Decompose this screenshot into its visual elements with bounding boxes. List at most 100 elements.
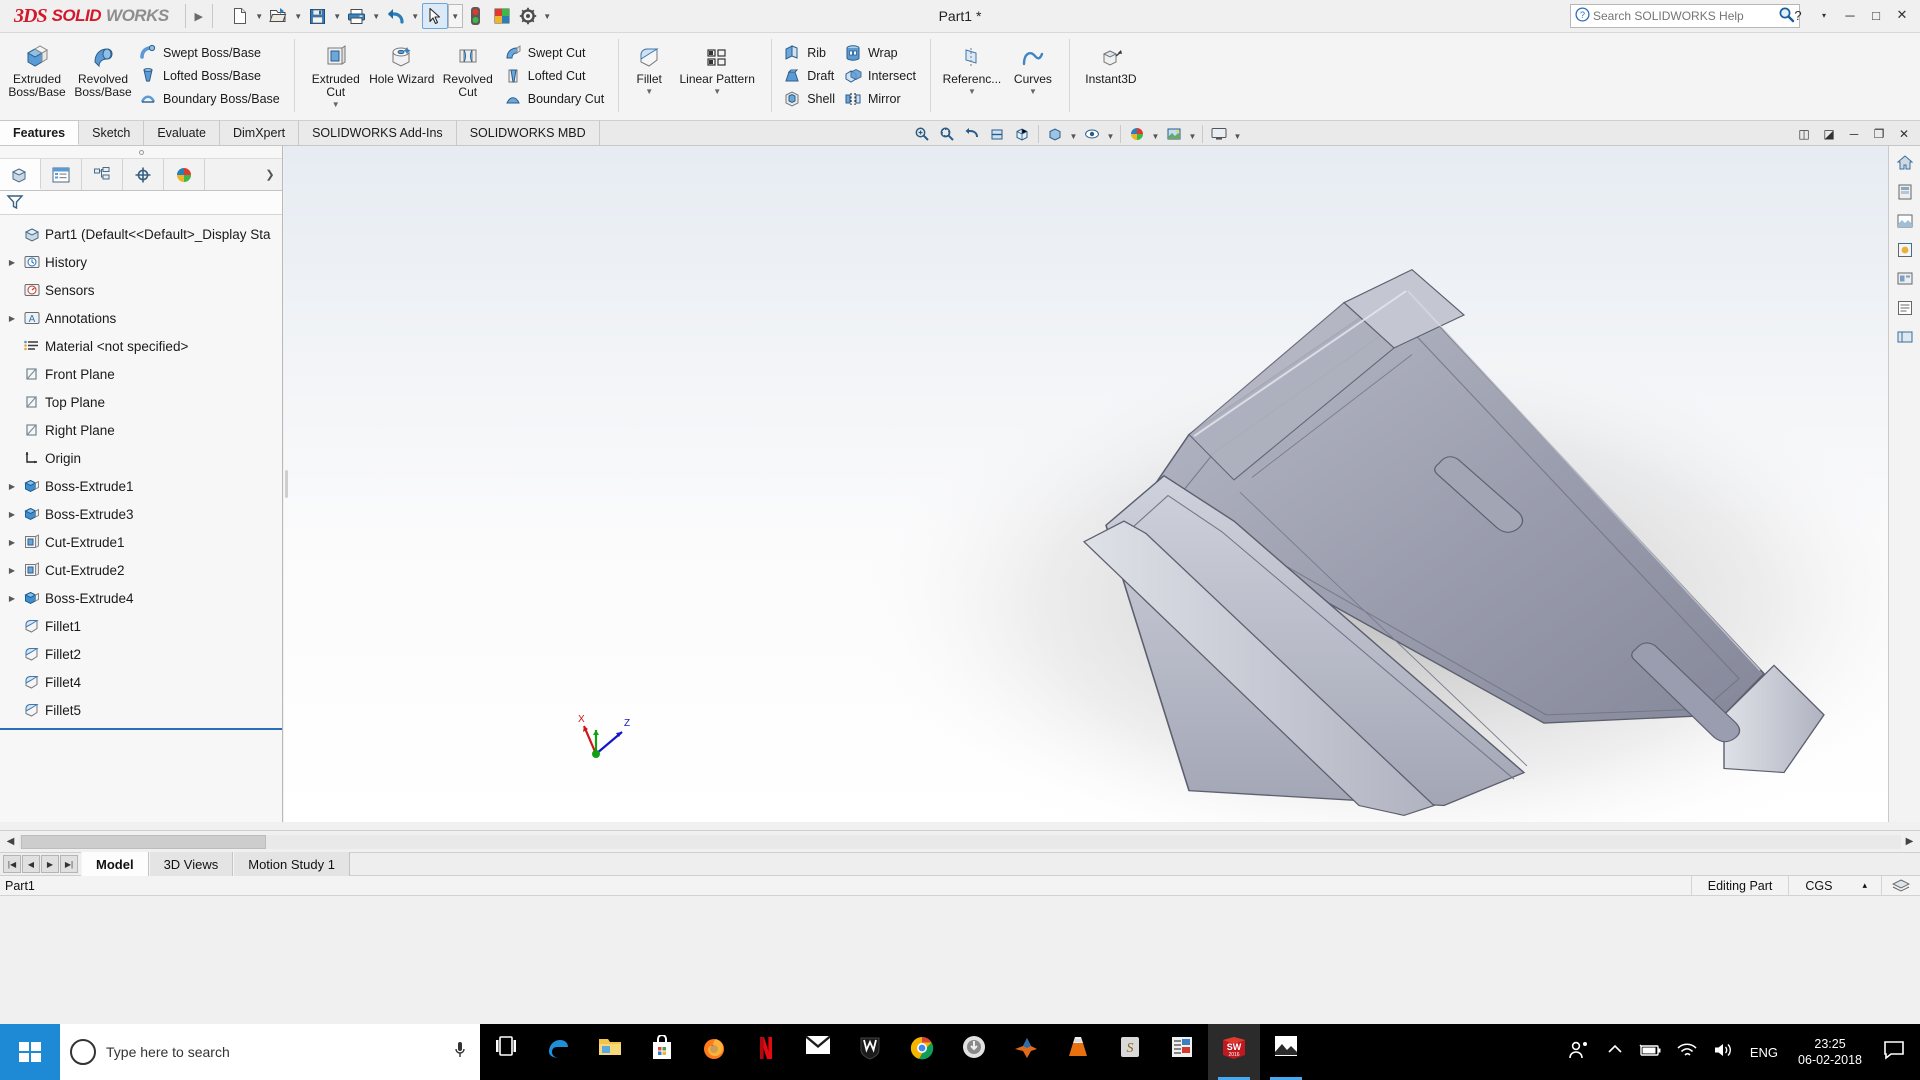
show-hidden-icons-icon[interactable] — [1598, 1043, 1632, 1061]
boundary-boss-base-button[interactable]: Boundary Boss/Base — [136, 88, 286, 110]
chrome-icon[interactable] — [896, 1024, 948, 1080]
tree-item-history[interactable]: ▶ History — [0, 248, 282, 276]
extruded-cut-caret-icon[interactable]: ▼ — [332, 100, 340, 109]
dimxpert-manager-tab[interactable] — [123, 159, 164, 190]
feature-tree-tab[interactable] — [0, 159, 41, 190]
view-orientation-icon[interactable] — [1010, 123, 1034, 145]
microsoft-store-icon[interactable] — [636, 1024, 688, 1080]
netflix-icon[interactable] — [740, 1024, 792, 1080]
edit-appearance-caret-icon[interactable]: ▼ — [1150, 123, 1161, 145]
restore-pane-icon[interactable]: ◫ — [1794, 127, 1814, 141]
zoom-to-fit-icon[interactable] — [910, 123, 934, 145]
options-gear-button[interactable] — [515, 3, 541, 29]
curves-button[interactable]: Curves ▼ — [1005, 36, 1061, 96]
firefox-icon[interactable] — [688, 1024, 740, 1080]
hole-wizard-button[interactable]: Hole Wizard — [369, 36, 435, 86]
proteus-icon[interactable] — [1156, 1024, 1208, 1080]
3d-model[interactable] — [284, 146, 1920, 822]
expand-pane-icon[interactable]: ◪ — [1819, 127, 1839, 141]
sublime-text-icon[interactable]: S — [1104, 1024, 1156, 1080]
tree-expander[interactable]: ▶ — [4, 594, 20, 603]
layers-icon[interactable] — [1881, 875, 1920, 896]
task-view-icon[interactable] — [480, 1024, 532, 1080]
tree-item-fillet5[interactable]: ▶ Fillet5 — [0, 696, 282, 724]
mirror-button[interactable]: Mirror — [841, 88, 922, 110]
save-document-button[interactable] — [305, 3, 331, 29]
status-units-caret-icon[interactable]: ▴ — [1848, 876, 1881, 896]
graphics-viewport[interactable]: X Z — [284, 146, 1920, 822]
file-properties-button[interactable] — [489, 3, 515, 29]
tree-item-boss-extrude4[interactable]: ▶ Boss-Extrude4 — [0, 584, 282, 612]
apply-scene-caret-icon[interactable]: ▼ — [1187, 123, 1198, 145]
tree-expander[interactable]: ▶ — [4, 314, 20, 323]
microphone-icon[interactable] — [450, 1041, 470, 1064]
tree-item-boss-extrude1[interactable]: ▶ Boss-Extrude1 — [0, 472, 282, 500]
help-dropdown-icon[interactable]: ▾ — [1812, 3, 1836, 27]
people-icon[interactable] — [1562, 1040, 1596, 1064]
internet-download-manager-icon[interactable] — [948, 1024, 1000, 1080]
search-input[interactable] — [1593, 9, 1773, 23]
display-style-caret-icon[interactable]: ▼ — [1068, 123, 1079, 145]
linear-pattern-caret-icon[interactable]: ▼ — [713, 87, 721, 96]
tree-item-boss-extrude3[interactable]: ▶ Boss-Extrude3 — [0, 500, 282, 528]
tree-item-annotations[interactable]: ▶ A Annotations — [0, 304, 282, 332]
swept-cut-button[interactable]: Swept Cut — [501, 42, 610, 64]
lights-cameras-icon[interactable] — [1892, 266, 1918, 292]
next-tab-button[interactable]: ▶ — [41, 855, 59, 873]
revolved-boss-base-button[interactable]: Revolved Boss/Base — [70, 36, 136, 99]
tree-item-cut-extrude2[interactable]: ▶ Cut-Extrude2 — [0, 556, 282, 584]
scroll-thumb[interactable] — [21, 834, 266, 849]
curves-caret-icon[interactable]: ▼ — [1029, 87, 1037, 96]
tree-item-sensors[interactable]: ▶ Sensors — [0, 276, 282, 304]
intersect-button[interactable]: Intersect — [841, 65, 922, 87]
reference-geometry-button[interactable]: Referenc... ▼ — [939, 36, 1005, 96]
extruded-boss-base-button[interactable]: Extruded Boss/Base — [4, 36, 70, 99]
fillet-caret-icon[interactable]: ▼ — [645, 87, 653, 96]
wifi-icon[interactable] — [1670, 1041, 1704, 1063]
help-button[interactable]: ? — [1786, 3, 1810, 27]
custom-properties-icon[interactable] — [1892, 295, 1918, 321]
file-explorer-icon[interactable] — [584, 1024, 636, 1080]
tree-expander[interactable]: ▶ — [4, 538, 20, 547]
undo-button[interactable] — [383, 3, 409, 29]
bottom-tab-model[interactable]: Model — [81, 852, 149, 876]
print-document-button[interactable] — [344, 3, 370, 29]
swept-boss-base-button[interactable]: Swept Boss/Base — [136, 42, 286, 64]
action-center-icon[interactable] — [1874, 1040, 1914, 1065]
bottom-tab-3d-views[interactable]: 3D Views — [148, 852, 234, 876]
options-dropdown-icon[interactable]: ▼ — [541, 3, 554, 29]
undo-dropdown-icon[interactable]: ▼ — [409, 3, 422, 29]
tree-item-top-plane[interactable]: ▶ Top Plane — [0, 388, 282, 416]
solidworks-logo[interactable]: 3DS SOLID WORKS — [0, 0, 181, 33]
scroll-left-icon[interactable]: ◀ — [2, 836, 19, 847]
tree-item-cut-extrude1[interactable]: ▶ Cut-Extrude1 — [0, 528, 282, 556]
minimize-button[interactable]: ─ — [1838, 3, 1862, 27]
rollback-bar[interactable] — [0, 728, 282, 730]
tree-expander[interactable]: ▶ — [4, 566, 20, 575]
new-document-dropdown-icon[interactable]: ▼ — [253, 3, 266, 29]
hide-show-items-icon[interactable] — [1080, 123, 1104, 145]
rib-button[interactable]: Rib — [780, 42, 841, 64]
first-tab-button[interactable]: |◀ — [3, 855, 21, 873]
lofted-boss-base-button[interactable]: Lofted Boss/Base — [136, 65, 286, 87]
close-button[interactable]: ✕ — [1890, 3, 1914, 27]
tab-dimxpert[interactable]: DimXpert — [220, 120, 300, 145]
restore-doc-icon[interactable]: ❐ — [1869, 127, 1889, 141]
apply-scene-icon[interactable] — [1162, 123, 1186, 145]
tree-item-material[interactable]: ▶ Material <not specified> — [0, 332, 282, 360]
shell-button[interactable]: Shell — [780, 88, 841, 110]
tree-item-fillet2[interactable]: ▶ Fillet2 — [0, 640, 282, 668]
previous-tab-button[interactable]: ◀ — [22, 855, 40, 873]
zoom-to-area-icon[interactable] — [935, 123, 959, 145]
open-document-button[interactable] — [266, 3, 292, 29]
tree-expander[interactable]: ▶ — [4, 482, 20, 491]
new-document-button[interactable] — [227, 3, 253, 29]
photos-icon[interactable] — [1260, 1024, 1312, 1080]
previous-view-icon[interactable] — [960, 123, 984, 145]
last-tab-button[interactable]: ▶| — [60, 855, 78, 873]
open-document-dropdown-icon[interactable]: ▼ — [292, 3, 305, 29]
view-home-icon[interactable] — [1892, 150, 1918, 176]
tab-solidworks-mbd[interactable]: SOLIDWORKS MBD — [457, 120, 600, 145]
display-pane-icon[interactable] — [1892, 324, 1918, 350]
reference-geometry-caret-icon[interactable]: ▼ — [968, 87, 976, 96]
